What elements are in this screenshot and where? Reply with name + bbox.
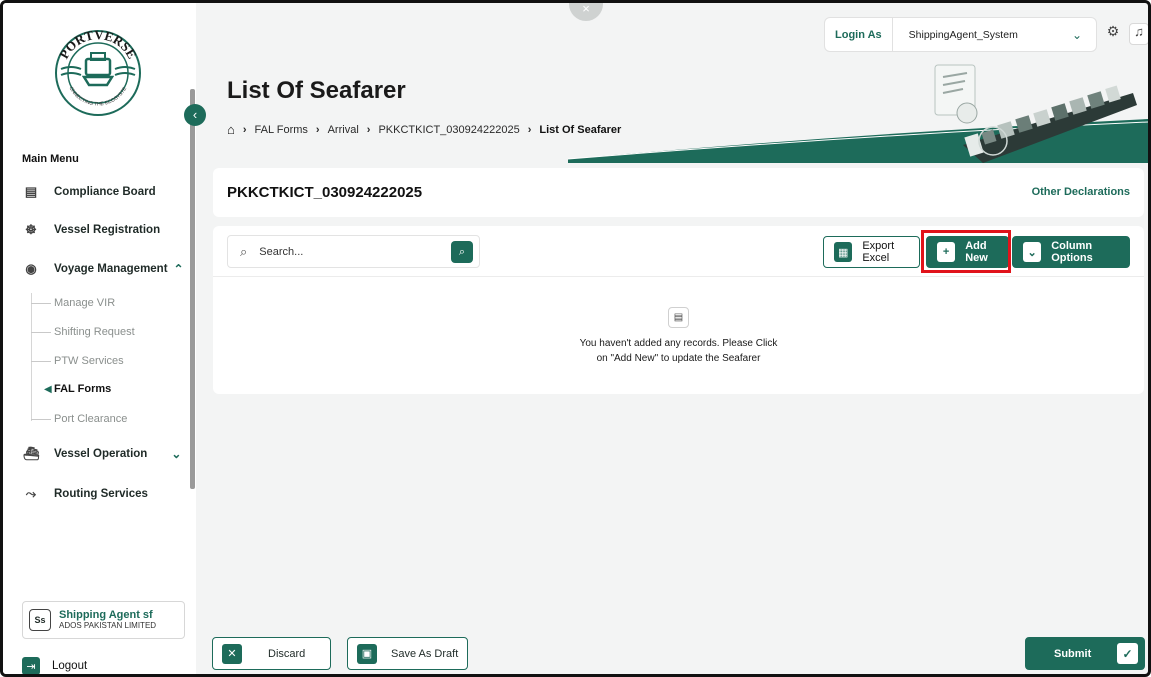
logout-icon: ⇥ <box>22 657 40 674</box>
active-indicator-icon: ◀ <box>44 384 52 395</box>
empty-state-message: on "Add New" to update the Seafarer <box>596 353 761 364</box>
close-icon[interactable]: × <box>569 3 603 21</box>
sidebar: PORTVERSE CONNECTING THE ECOSYSTEM Main … <box>3 3 196 674</box>
chevron-right-icon: › <box>315 123 320 136</box>
user-name: Shipping Agent sf <box>59 609 153 621</box>
column-options-label: Column Options <box>1051 240 1093 264</box>
sidebar-item-compliance-board[interactable]: ▤ Compliance Board <box>22 183 156 201</box>
chevron-down-icon: ⌄ <box>1023 242 1042 262</box>
sidebar-subitem-fal-forms[interactable]: FAL Forms <box>54 383 111 395</box>
main-menu-title: Main Menu <box>22 153 79 165</box>
submenu-connector <box>31 419 51 420</box>
sidebar-item-label: Vessel Registration <box>54 224 161 236</box>
export-excel-button[interactable]: ▦ Export Excel <box>823 236 920 268</box>
discard-label: Discard <box>268 647 306 660</box>
chevron-up-icon: ⌃ <box>173 262 184 276</box>
logout-button[interactable]: ⇥ Logout <box>22 657 88 674</box>
sidebar-item-vessel-operation[interactable]: ⛴ Vessel Operation ⌄ <box>22 445 182 463</box>
divider <box>213 276 1144 277</box>
sidebar-subitem-ptw-services[interactable]: PTW Services <box>54 355 124 367</box>
route-icon: ⤳ <box>25 486 37 501</box>
clipboard-icon: ▤ <box>24 184 38 199</box>
chevron-right-icon: › <box>242 123 247 136</box>
declaration-card: PKKCTKICT_030924222025 Other Declaration… <box>213 168 1144 217</box>
portverse-logo: PORTVERSE CONNECTING THE ECOSYSTEM <box>51 25 141 116</box>
excel-icon: ▦ <box>834 242 853 262</box>
sidebar-item-voyage-management[interactable]: ◉ Voyage Management ⌃ <box>22 260 184 278</box>
chevron-down-icon: ⌄ <box>171 447 182 461</box>
sidebar-collapse-button[interactable]: ‹ <box>184 104 206 126</box>
sidebar-item-label: Voyage Management <box>54 263 168 275</box>
search-button[interactable]: ⌕ <box>451 241 473 263</box>
other-declarations-link[interactable]: Other Declarations <box>1032 186 1130 198</box>
app-window: PORTVERSE CONNECTING THE ECOSYSTEM Main … <box>0 0 1151 677</box>
breadcrumb-item[interactable]: Arrival <box>328 124 359 136</box>
login-as-label: Login As <box>825 18 893 51</box>
column-options-button[interactable]: ⌄ Column Options <box>1012 236 1130 268</box>
submenu-guide <box>31 293 32 421</box>
compass-icon: ◉ <box>25 261 37 276</box>
submit-button[interactable]: Submit ✓ <box>1025 637 1145 670</box>
save-icon: ▣ <box>357 643 377 664</box>
search-icon: ⌕ <box>240 243 248 259</box>
ship-icon: ⛴ <box>22 446 40 461</box>
login-as-selector[interactable]: Login As ShippingAgent_System ⌄ <box>824 17 1097 52</box>
empty-state-message: You haven't added any records. Please Cl… <box>579 338 778 349</box>
submenu-connector <box>31 303 51 304</box>
breadcrumb: ⌂ › FAL Forms › Arrival › PKKCTKICT_0309… <box>227 122 621 137</box>
ship-illustration <box>567 64 1148 163</box>
sidebar-scrollbar[interactable] <box>190 89 195 489</box>
submenu-connector <box>31 361 51 362</box>
gear-icon[interactable]: ⚙ <box>1104 23 1122 45</box>
discard-button[interactable]: ✕ Discard <box>212 637 331 670</box>
page-title: List Of Seafarer <box>227 77 406 104</box>
bell-icon[interactable]: ♫ <box>1129 23 1148 45</box>
login-as-value: ShippingAgent_System <box>908 28 1018 41</box>
close-icon: ✕ <box>222 643 242 664</box>
document-icon: ▤ <box>668 307 689 328</box>
submenu-connector <box>31 332 51 333</box>
check-icon: ✓ <box>1117 643 1138 664</box>
highlight-box <box>921 230 1011 273</box>
sidebar-subitem-shifting-request[interactable]: Shifting Request <box>54 326 135 338</box>
sidebar-item-label: Compliance Board <box>54 186 156 198</box>
home-icon[interactable]: ⌂ <box>227 122 235 137</box>
save-as-draft-label: Save As Draft <box>391 647 459 660</box>
chevron-right-icon: › <box>366 123 371 136</box>
breadcrumb-item[interactable]: PKKCTKICT_030924222025 <box>378 124 519 136</box>
sidebar-item-label: Routing Services <box>54 488 148 500</box>
sidebar-item-routing-services[interactable]: ⤳ Routing Services <box>22 485 148 503</box>
save-as-draft-button[interactable]: ▣ Save As Draft <box>347 637 468 670</box>
sidebar-subitem-port-clearance[interactable]: Port Clearance <box>54 413 127 425</box>
sidebar-item-vessel-registration[interactable]: ☸ Vessel Registration <box>22 221 160 239</box>
seafarer-list-card: ⌕ ⌕ ▦ Export Excel + Add New ⌄ Column Op… <box>213 226 1144 394</box>
search-input[interactable] <box>259 245 430 258</box>
sidebar-item-label: Vessel Operation <box>54 448 148 460</box>
sidebar-subitem-manage-vir[interactable]: Manage VIR <box>54 297 115 309</box>
submit-label: Submit <box>1054 647 1092 660</box>
chevron-right-icon: › <box>527 123 532 136</box>
search-box: ⌕ ⌕ <box>227 235 480 268</box>
export-excel-label: Export Excel <box>862 240 895 264</box>
ship-wheel-icon: ☸ <box>25 222 37 237</box>
avatar: Ss <box>29 609 51 631</box>
breadcrumb-current: List Of Seafarer <box>539 123 622 136</box>
user-card[interactable]: Ss Shipping Agent sf ADOS PAKISTAN LIMIT… <box>22 601 185 639</box>
chevron-down-icon[interactable]: ⌄ <box>1072 28 1096 42</box>
user-organization: ADOS PAKISTAN LIMITED <box>59 621 157 630</box>
breadcrumb-item[interactable]: FAL Forms <box>255 124 308 136</box>
logout-label: Logout <box>52 660 88 672</box>
declaration-id: PKKCTKICT_030924222025 <box>227 184 423 201</box>
